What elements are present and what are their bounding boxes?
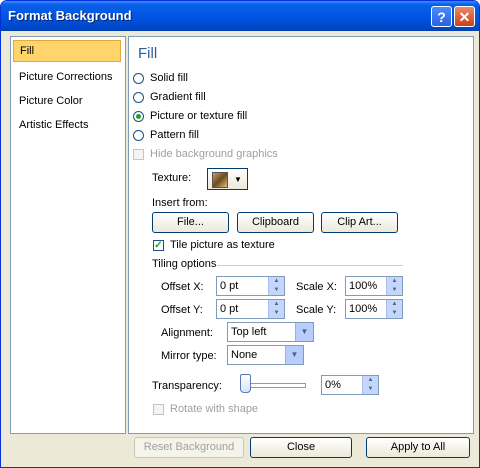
close-button[interactable]: Close	[250, 437, 352, 458]
sidebar-item-fill[interactable]: Fill	[13, 40, 121, 62]
scale-x-field[interactable]: 100% ▲ ▼	[345, 276, 403, 296]
clip-art-button[interactable]: Clip Art...	[321, 212, 398, 233]
solid-fill-radio[interactable]: Solid fill	[133, 72, 188, 84]
dropdown-arrow-icon: ▼	[234, 175, 242, 184]
format-background-dialog: Format Background ? ✕ Fill Picture Corre…	[0, 0, 480, 468]
window-title: Format Background	[8, 8, 132, 23]
alignment-select[interactable]: Top left ▼	[227, 322, 314, 342]
radio-selected-icon	[133, 110, 144, 122]
down-arrow-icon: ▼	[367, 386, 374, 392]
dropdown-arrow-icon: ▼	[295, 323, 313, 341]
checkmark-icon: ✓	[153, 239, 164, 251]
down-arrow-icon: ▼	[273, 287, 280, 293]
transparency-slider-track[interactable]	[242, 383, 306, 388]
up-arrow-icon: ▲	[391, 301, 398, 307]
fill-panel: Fill Solid fill Gradient fill Picture or…	[128, 36, 474, 434]
dropdown-arrow-icon: ▼	[285, 346, 303, 364]
category-list: Fill Picture Corrections Picture Color A…	[10, 36, 126, 434]
mirror-type-select[interactable]: None ▼	[227, 345, 304, 365]
close-icon: ✕	[458, 9, 471, 25]
mirror-type-value: None	[231, 349, 258, 361]
transparency-slider-thumb[interactable]	[240, 374, 251, 393]
sidebar-item-picture-corrections[interactable]: Picture Corrections	[13, 66, 121, 88]
alignment-label: Alignment:	[161, 327, 213, 339]
scale-y-value: 100%	[349, 303, 378, 315]
down-arrow-icon: ▼	[391, 287, 398, 293]
mirror-type-label: Mirror type:	[161, 350, 217, 362]
transparency-field[interactable]: 0% ▲ ▼	[321, 375, 379, 395]
texture-picker[interactable]: ▼	[207, 168, 248, 190]
radio-icon	[133, 91, 144, 103]
radio-icon	[133, 72, 144, 84]
scale-x-value: 100%	[349, 280, 378, 292]
transparency-spinner[interactable]: ▲ ▼	[362, 376, 378, 394]
scale-x-spinner[interactable]: ▲ ▼	[386, 277, 402, 295]
offset-x-value: 0 pt	[220, 280, 239, 292]
checkbox-label: Rotate with shape	[170, 403, 259, 415]
offset-y-field[interactable]: 0 pt ▲ ▼	[216, 299, 285, 319]
checkbox-label: Hide background graphics	[150, 148, 278, 160]
dialog-body: Fill Picture Corrections Picture Color A…	[4, 31, 476, 464]
offset-x-field[interactable]: 0 pt ▲ ▼	[216, 276, 285, 296]
clipboard-button[interactable]: Clipboard	[237, 212, 314, 233]
scale-y-label: Scale Y:	[296, 304, 337, 316]
tile-picture-checkbox[interactable]: ✓ Tile picture as texture	[153, 239, 275, 251]
apply-to-all-button[interactable]: Apply to All	[366, 437, 470, 458]
gradient-fill-radio[interactable]: Gradient fill	[133, 91, 206, 103]
panel-heading: Fill	[138, 45, 158, 62]
transparency-label: Transparency:	[152, 380, 222, 392]
radio-icon	[133, 129, 144, 141]
up-arrow-icon: ▲	[273, 301, 280, 307]
hide-background-graphics-checkbox[interactable]: Hide background graphics	[133, 148, 278, 160]
alignment-value: Top left	[231, 326, 267, 338]
checkbox-icon	[153, 403, 164, 415]
radio-label: Solid fill	[150, 72, 188, 84]
file-button[interactable]: File...	[152, 212, 229, 233]
down-arrow-icon: ▼	[391, 310, 398, 316]
down-arrow-icon: ▼	[273, 310, 280, 316]
checkbox-icon	[133, 148, 144, 160]
separator	[217, 265, 403, 266]
texture-label: Texture:	[152, 172, 192, 184]
texture-swatch-icon	[212, 172, 228, 188]
radio-label: Gradient fill	[150, 91, 206, 103]
radio-label: Pattern fill	[150, 129, 199, 141]
checkbox-label: Tile picture as texture	[170, 239, 275, 251]
question-icon: ?	[437, 9, 446, 25]
scale-y-spinner[interactable]: ▲ ▼	[386, 300, 402, 318]
offset-x-spinner[interactable]: ▲ ▼	[268, 277, 284, 295]
rotate-with-shape-checkbox[interactable]: Rotate with shape	[153, 403, 258, 415]
offset-y-spinner[interactable]: ▲ ▼	[268, 300, 284, 318]
tiling-options-label: Tiling options	[152, 258, 217, 270]
title-bar[interactable]: Format Background ? ✕	[1, 1, 479, 31]
close-window-button[interactable]: ✕	[454, 6, 475, 27]
up-arrow-icon: ▲	[273, 278, 280, 284]
scale-y-field[interactable]: 100% ▲ ▼	[345, 299, 403, 319]
sidebar-item-artistic-effects[interactable]: Artistic Effects	[13, 114, 121, 136]
transparency-value: 0%	[325, 379, 341, 391]
insert-from-label: Insert from:	[152, 197, 208, 209]
sidebar-item-picture-color[interactable]: Picture Color	[13, 90, 121, 112]
offset-y-label: Offset Y:	[161, 304, 203, 316]
help-button[interactable]: ?	[431, 6, 452, 27]
offset-y-value: 0 pt	[220, 303, 239, 315]
reset-background-button[interactable]: Reset Background	[134, 437, 244, 458]
scale-x-label: Scale X:	[296, 281, 337, 293]
offset-x-label: Offset X:	[161, 281, 204, 293]
up-arrow-icon: ▲	[391, 278, 398, 284]
up-arrow-icon: ▲	[367, 377, 374, 383]
radio-label: Picture or texture fill	[150, 110, 248, 122]
pattern-fill-radio[interactable]: Pattern fill	[133, 129, 199, 141]
picture-texture-fill-radio[interactable]: Picture or texture fill	[133, 110, 247, 122]
